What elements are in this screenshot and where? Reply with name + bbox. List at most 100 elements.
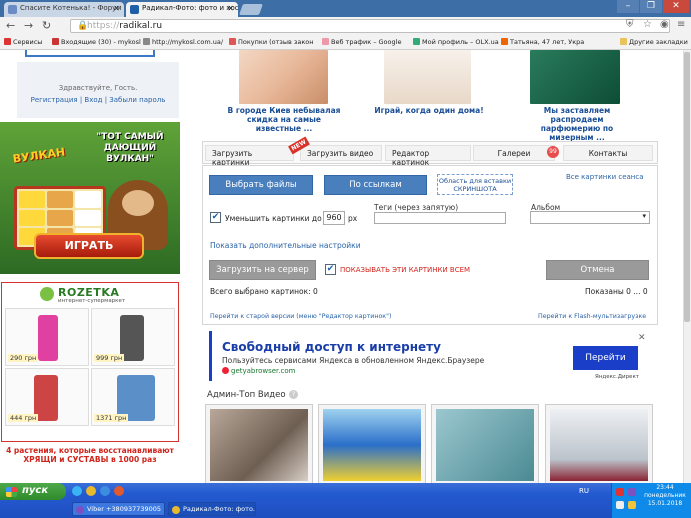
- desktop-icon[interactable]: [100, 486, 110, 496]
- tab-contacts[interactable]: Контакты: [563, 145, 653, 161]
- forward-icon[interactable]: →: [24, 19, 33, 32]
- video-thumbnail[interactable]: [431, 404, 539, 484]
- url-scheme: https://: [87, 21, 120, 31]
- bookmark-web-traffic[interactable]: Веб трафик – Google: [322, 38, 401, 46]
- gmail-icon: [52, 38, 59, 45]
- screenshot-paste-area[interactable]: Область для вставки СКРИНШОТА: [437, 174, 513, 195]
- product-fitness-band[interactable]: 290 грн: [5, 308, 89, 366]
- tab-upload-video[interactable]: Загрузить видео: [300, 145, 382, 161]
- site-logo[interactable]: [20, 50, 160, 60]
- ad-url[interactable]: getyabrowser.com: [222, 367, 295, 375]
- close-window-button[interactable]: ✕: [663, 0, 689, 13]
- new-tab-button[interactable]: [238, 4, 264, 15]
- bookmark-olx[interactable]: Мой профиль – OLX.ua: [413, 38, 499, 46]
- ie-icon[interactable]: [72, 486, 82, 496]
- star-icon[interactable]: ☆: [643, 19, 652, 30]
- tray-icon[interactable]: [616, 488, 624, 496]
- tags-input[interactable]: [374, 212, 506, 224]
- viber-tray-icon[interactable]: [628, 488, 636, 496]
- perfume-ad-image[interactable]: [239, 50, 328, 104]
- old-version-link[interactable]: Перейти к старой версии (меню "Редактор …: [210, 313, 391, 320]
- clock[interactable]: 23:44 понедельник 15.01.2018: [640, 484, 690, 508]
- close-tab-icon[interactable]: ✕: [113, 4, 120, 13]
- ad-accent-bar: [209, 331, 212, 381]
- bookmark-gmail[interactable]: Входящие (30) - mykosl: [52, 38, 141, 46]
- video-thumbnail[interactable]: [205, 404, 313, 484]
- reduce-checkbox[interactable]: ✔: [210, 212, 221, 223]
- ad-caption[interactable]: Играй, когда один дома!: [373, 106, 485, 115]
- ad-title[interactable]: Свободный доступ к интернету: [222, 340, 441, 354]
- clock-time: 23:44: [656, 484, 674, 491]
- flash-upload-link[interactable]: Перейти к Flash-мультизагрузке: [538, 313, 646, 320]
- tab-image-editor[interactable]: Редактор картинок: [385, 145, 471, 167]
- product-feature-phone[interactable]: 444 грн: [5, 368, 89, 426]
- address-bar[interactable]: 🔒https://radikal.ru: [70, 19, 670, 33]
- rozetka-smile-icon: [40, 287, 54, 301]
- tab-galleries[interactable]: Галереи: [473, 145, 555, 161]
- show-all-checkbox[interactable]: ✔: [325, 264, 336, 275]
- play-button[interactable]: ИГРАТЬ: [34, 233, 144, 259]
- show-all-label: ПОКАЗЫВАТЬ ЭТИ КАРТИНКИ ВСЕМ: [340, 266, 471, 274]
- product-phone[interactable]: 999 грн: [91, 308, 175, 366]
- auth-links[interactable]: Регистрация | Вход | Забыли пароль: [17, 96, 179, 104]
- taskbar-chrome[interactable]: Радикал-Фото: фото...: [168, 502, 256, 516]
- taskbar-viber[interactable]: Viber +380937739005: [72, 502, 165, 516]
- bookmark-mykosl[interactable]: http://mykosl.com.ua/: [143, 38, 223, 46]
- all-pictures-link[interactable]: Все картинки сеанса: [566, 173, 644, 181]
- cancel-button[interactable]: Отмена: [546, 260, 649, 280]
- maximize-button[interactable]: ❐: [640, 0, 662, 13]
- scrollbar-thumb[interactable]: [684, 52, 690, 322]
- volume-icon[interactable]: [628, 501, 636, 509]
- browser-icon[interactable]: [114, 486, 124, 496]
- bookmark-shopping[interactable]: Покупки (отзыв закон: [229, 38, 313, 46]
- fragrance-ad-image[interactable]: [530, 50, 620, 104]
- rozetka-tagline: интернет-супермаркет: [58, 298, 126, 304]
- browser-toolbar: ← → ↻ 🔒https://radikal.ru ⛨ ☆ ◉ ≡: [0, 17, 691, 35]
- game-ad-image[interactable]: [384, 50, 471, 104]
- folder-icon: [620, 38, 627, 45]
- help-icon[interactable]: ?: [289, 390, 298, 399]
- ad-go-button[interactable]: Перейти: [573, 346, 638, 370]
- yandex-direct-label[interactable]: Яндекс.Директ: [595, 374, 639, 380]
- ad-caption[interactable]: В городе Киев небывалая скидка на самые …: [226, 106, 342, 133]
- language-indicator[interactable]: RU: [579, 487, 589, 495]
- chrome-icon: [172, 506, 180, 514]
- extension-icon[interactable]: ◉: [660, 19, 669, 30]
- product-hard-drive[interactable]: 1371 грн: [91, 368, 175, 426]
- minimize-button[interactable]: –: [617, 0, 639, 13]
- menu-icon[interactable]: ≡: [677, 19, 685, 30]
- bookmark-tatyana[interactable]: Татьяна, 47 лет, Укра: [501, 38, 584, 46]
- promo-link[interactable]: 4 растения, которые восстанавливают ХРЯЩ…: [0, 446, 180, 464]
- back-icon[interactable]: ←: [6, 19, 15, 32]
- close-tab-icon[interactable]: ✕: [227, 4, 234, 13]
- ad-caption[interactable]: Мы заставляем распродаем парфюмерию по м…: [522, 106, 632, 142]
- yandex-icon: [222, 367, 229, 374]
- chrome-icon[interactable]: [86, 486, 96, 496]
- bookmark-other[interactable]: Другие закладки: [620, 38, 688, 46]
- video-thumbnail[interactable]: [545, 404, 653, 484]
- more-settings-link[interactable]: Показать дополнительные настройки: [210, 241, 361, 250]
- bookmark-services[interactable]: Сервисы: [4, 38, 42, 46]
- browser-tab-radikal[interactable]: Радикал-Фото: фото и хостинг✕: [126, 2, 238, 17]
- px-unit: px: [348, 214, 358, 223]
- tab-upload-pictures[interactable]: Загрузить картинки: [205, 145, 294, 167]
- upload-button[interactable]: Загрузить на сервер: [209, 260, 316, 280]
- start-button[interactable]: пуск: [0, 483, 66, 500]
- product-price: 1371 грн: [94, 414, 129, 422]
- radikal-favicon-icon: [130, 5, 139, 14]
- album-select[interactable]: ▾: [530, 211, 650, 224]
- browser-tab-forum[interactable]: Спасите Котенька! - Форум ✕: [4, 2, 124, 17]
- network-icon[interactable]: [616, 501, 624, 509]
- shield-icon[interactable]: ⛨: [626, 19, 634, 30]
- lock-icon: 🔒: [77, 21, 89, 31]
- video-thumbnail[interactable]: [318, 404, 426, 484]
- vulkan-logo: ВУЛКАН: [11, 145, 66, 166]
- by-links-button[interactable]: По ссылкам: [324, 175, 427, 195]
- close-ad-icon[interactable]: ✕: [638, 333, 646, 343]
- reduce-label: Уменьшить картинки до: [225, 214, 322, 223]
- choose-files-button[interactable]: Выбрать файлы: [209, 175, 313, 195]
- window-controls: – ❐ ✕: [617, 0, 689, 14]
- product-price: 290 грн: [8, 354, 39, 362]
- reload-icon[interactable]: ↻: [42, 19, 51, 32]
- reduce-size-input[interactable]: 960: [323, 211, 345, 225]
